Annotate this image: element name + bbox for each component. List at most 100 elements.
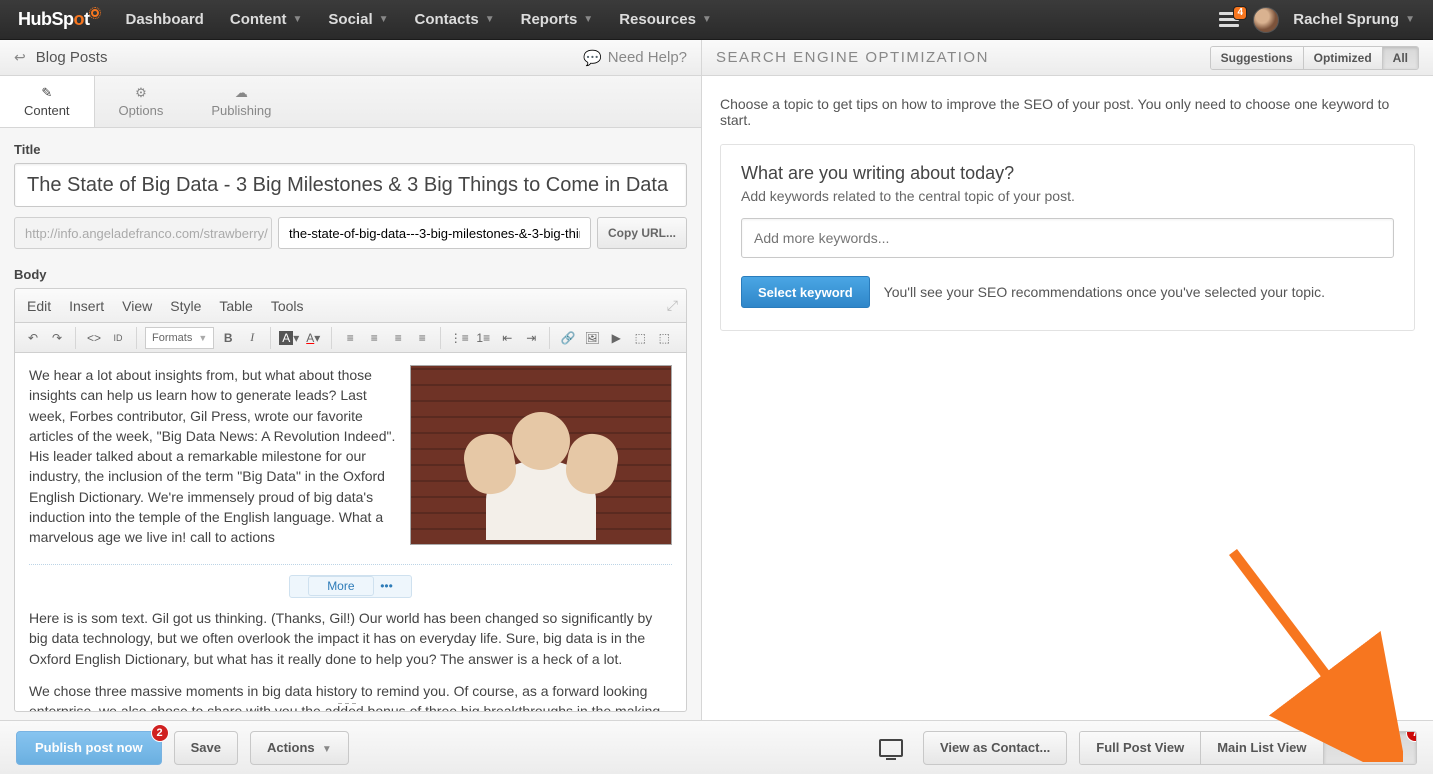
menu-view[interactable]: View xyxy=(122,298,152,314)
caret-icon: ▼ xyxy=(293,14,303,25)
indent-icon[interactable]: ⇥ xyxy=(521,328,541,348)
sprocket-icon xyxy=(91,9,99,17)
left-tabs: ✎ Content ⚙ Options ☁ Publishing xyxy=(0,76,701,128)
italic-icon[interactable]: I xyxy=(242,328,262,348)
seo-pane: Choose a topic to get tips on how to imp… xyxy=(702,76,1433,720)
back-arrow-icon[interactable]: ↩ xyxy=(14,49,26,66)
actions-button[interactable]: Actions ▼ xyxy=(250,731,349,765)
nav-contacts[interactable]: Contacts▼ xyxy=(402,0,508,39)
editor-menubar: Edit Insert View Style Table Tools ⤢ xyxy=(14,288,687,322)
url-slug-input[interactable] xyxy=(278,217,591,249)
title-label: Title xyxy=(14,142,687,157)
logo[interactable]: HubSpot xyxy=(0,0,113,39)
caret-icon: ▼ xyxy=(583,14,593,25)
align-justify-icon[interactable]: ≡ xyxy=(412,328,432,348)
seo-subtext: Add keywords related to the central topi… xyxy=(741,188,1394,204)
undo-icon[interactable]: ↶ xyxy=(23,328,43,348)
publish-button[interactable]: Publish post now 2 xyxy=(16,731,162,765)
formats-select[interactable]: Formats▼ xyxy=(145,327,214,349)
tab-options[interactable]: ⚙ Options xyxy=(95,76,188,127)
select-keyword-button[interactable]: Select keyword xyxy=(741,276,870,308)
nav-right: 4 Rachel Sprung ▼ xyxy=(1219,0,1433,39)
filter-all[interactable]: All xyxy=(1382,47,1418,69)
list-ul-icon[interactable]: ⋮≡ xyxy=(449,328,469,348)
chat-icon: 💬 xyxy=(583,49,602,67)
tab-content[interactable]: ✎ Content xyxy=(0,76,95,127)
url-base: http://info.angeladefranco.com/strawberr… xyxy=(14,217,272,249)
sub-bar: ↩ Blog Posts 💬 Need Help? SEARCH ENGINE … xyxy=(0,40,1433,76)
cloud-icon: ☁ xyxy=(235,85,248,101)
notification-badge: 4 xyxy=(1233,6,1247,20)
menu-insert[interactable]: Insert xyxy=(69,298,104,314)
outdent-icon[interactable]: ⇤ xyxy=(497,328,517,348)
seo-panel-title: SEARCH ENGINE OPTIMIZATION xyxy=(716,49,989,66)
body-label: Body xyxy=(14,267,687,282)
inline-image[interactable] xyxy=(410,365,672,545)
cta-icon[interactable]: ⬚ xyxy=(630,328,650,348)
align-left-icon[interactable]: ≡ xyxy=(340,328,360,348)
link-icon[interactable]: 🔗 xyxy=(558,328,578,348)
tab-publishing[interactable]: ☁ Publishing xyxy=(187,76,295,127)
caret-icon: ▼ xyxy=(322,744,332,755)
menu-style[interactable]: Style xyxy=(170,298,201,314)
view-main-list[interactable]: Main List View xyxy=(1200,732,1322,764)
menu-tools[interactable]: Tools xyxy=(271,298,304,314)
preview-icon[interactable] xyxy=(879,739,903,757)
nav-resources[interactable]: Resources▼ xyxy=(606,0,725,39)
top-nav: HubSpot Dashboard Content▼ Social▼ Conta… xyxy=(0,0,1433,40)
view-as-contact-button[interactable]: View as Contact... xyxy=(923,731,1067,765)
seo-description: Choose a topic to get tips on how to imp… xyxy=(720,96,1415,128)
redo-icon[interactable]: ↷ xyxy=(47,328,67,348)
nav-reports[interactable]: Reports▼ xyxy=(508,0,607,39)
list-ol-icon[interactable]: 1≡ xyxy=(473,328,493,348)
editor-pane: ✎ Content ⚙ Options ☁ Publishing Title h… xyxy=(0,76,702,720)
menu-icon[interactable]: 4 xyxy=(1219,12,1239,28)
image-icon[interactable]: 🖼 xyxy=(582,328,602,348)
caret-icon: ▼ xyxy=(485,14,495,25)
read-more-separator[interactable]: More ••• xyxy=(29,575,672,598)
video-icon[interactable]: ▶ xyxy=(606,328,626,348)
avatar[interactable] xyxy=(1253,7,1279,33)
need-help[interactable]: 💬 Need Help? xyxy=(583,49,687,67)
pencil-icon: ✎ xyxy=(41,85,52,101)
caret-icon: ▼ xyxy=(379,14,389,25)
body-paragraph: Here is is som text. Gil got us thinking… xyxy=(29,608,672,669)
nav-items: Dashboard Content▼ Social▼ Contacts▼ Rep… xyxy=(113,0,725,39)
source-icon[interactable]: <> xyxy=(84,328,104,348)
bgcolor-icon[interactable]: A▾ xyxy=(279,328,299,348)
caret-icon: ▼ xyxy=(1405,14,1415,25)
breadcrumb[interactable]: Blog Posts xyxy=(36,49,108,66)
editor-body[interactable]: We hear a lot about insights from, but w… xyxy=(14,352,687,712)
seo-hint: You'll see your SEO recommendations once… xyxy=(884,284,1325,300)
filter-suggestions[interactable]: Suggestions xyxy=(1211,47,1303,69)
embed-icon[interactable]: ⬚ xyxy=(654,328,674,348)
align-center-icon[interactable]: ≡ xyxy=(364,328,384,348)
resize-handle-icon[interactable] xyxy=(338,703,364,709)
personalize-icon[interactable]: ID xyxy=(108,328,128,348)
editor-toolbar: ↶ ↷ <> ID Formats▼ B I A▾ A▾ ≡ ≡ ≡ ≡ xyxy=(14,322,687,352)
menu-edit[interactable]: Edit xyxy=(27,298,51,314)
user-menu[interactable]: Rachel Sprung ▼ xyxy=(1287,11,1421,28)
caret-icon: ▼ xyxy=(702,14,712,25)
menu-table[interactable]: Table xyxy=(219,298,252,314)
filter-optimized[interactable]: Optimized xyxy=(1303,47,1382,69)
seo-card: What are you writing about today? Add ke… xyxy=(720,144,1415,331)
view-full-post[interactable]: Full Post View xyxy=(1080,732,1200,764)
copy-url-button[interactable]: Copy URL... xyxy=(597,217,687,249)
title-input[interactable] xyxy=(14,163,687,207)
publish-badge: 2 xyxy=(151,724,169,742)
keyword-input[interactable] xyxy=(741,218,1394,258)
save-button[interactable]: Save xyxy=(174,731,238,765)
textcolor-icon[interactable]: A▾ xyxy=(303,328,323,348)
fullscreen-icon[interactable]: ⤢ xyxy=(667,297,674,314)
nav-dashboard[interactable]: Dashboard xyxy=(113,0,217,39)
footer-bar: Publish post now 2 Save Actions ▼ View a… xyxy=(0,720,1433,774)
nav-social[interactable]: Social▼ xyxy=(315,0,401,39)
workspace: ✎ Content ⚙ Options ☁ Publishing Title h… xyxy=(0,76,1433,720)
seo-badge: 7 xyxy=(1406,731,1417,742)
bold-icon[interactable]: B xyxy=(218,328,238,348)
align-right-icon[interactable]: ≡ xyxy=(388,328,408,348)
nav-content[interactable]: Content▼ xyxy=(217,0,316,39)
view-seo[interactable]: SEO View 7 xyxy=(1323,732,1416,764)
view-segment: Full Post View Main List View SEO View 7 xyxy=(1079,731,1417,765)
